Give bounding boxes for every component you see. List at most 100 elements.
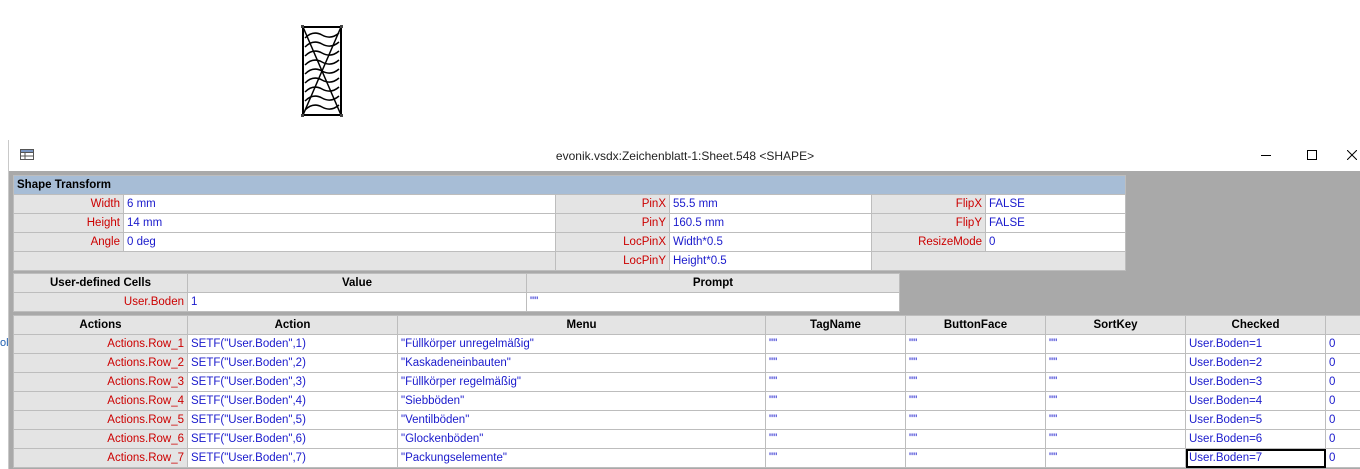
cell-value[interactable]: User.Boden=3 [1185,372,1326,392]
cell-value[interactable]: 0 [1325,334,1360,354]
cell-value[interactable]: "" [765,372,906,392]
cell-value[interactable]: 0 [1325,429,1360,449]
cell-value[interactable]: FALSE [984,194,1127,214]
cell-value[interactable]: User.Boden=4 [1185,391,1326,411]
cell-value[interactable]: Height*0.5 [669,251,872,271]
column-header: ButtonFace [905,315,1046,335]
table-row: Height 14 mm PinY 160.5 mm FlipY FALSE [13,213,1127,233]
cell-value[interactable]: "" [905,372,1046,392]
cell-value[interactable]: "" [905,410,1046,430]
cell-value[interactable]: 160.5 mm [669,213,872,233]
cell-value[interactable]: "" [1045,410,1186,430]
cell-label[interactable]: Angle [13,232,124,252]
cell-value[interactable]: "" [1045,391,1186,411]
cell-value[interactable]: "" [1045,372,1186,392]
cell-value[interactable]: "" [1045,429,1186,449]
column-header: Menu [397,315,766,335]
row-label[interactable]: Actions.Row_2 [13,353,188,373]
cell-label[interactable]: LocPinY [555,251,670,271]
cell-label[interactable]: FlipY [871,213,986,233]
cell-value[interactable]: Width*0.5 [669,232,872,252]
shapesheet-window: evonik.vsdx:Zeichenblatt-1:Sheet.548 <SH… [8,140,1360,469]
cell-value[interactable]: "" [905,334,1046,354]
window-title: evonik.vsdx:Zeichenblatt-1:Sheet.548 <SH… [555,149,815,163]
row-label[interactable]: Actions.Row_7 [13,448,188,468]
cell-value[interactable]: 14 mm [123,213,556,233]
cell-value[interactable]: "" [765,448,906,468]
row-label[interactable]: User.Boden [13,292,188,312]
close-button[interactable] [1329,140,1360,171]
title-bar: evonik.vsdx:Zeichenblatt-1:Sheet.548 <SH… [9,140,1360,171]
cell-value[interactable]: 0 [1325,372,1360,392]
cell-value[interactable]: SETF("User.Boden",6) [187,429,398,449]
table-row: LocPinY Height*0.5 [13,251,1127,271]
column-header: Prompt [526,273,900,293]
cell-value[interactable]: User.Boden=2 [1185,353,1326,373]
cell-label[interactable]: FlipX [871,194,986,214]
cell-label[interactable]: ResizeMode [871,232,986,252]
row-label[interactable]: Actions.Row_6 [13,429,188,449]
cell-value[interactable]: "" [1045,448,1186,468]
cell-value[interactable]: User.Boden=5 [1185,410,1326,430]
cell-value[interactable]: User.Boden=6 [1185,429,1326,449]
cell-label[interactable]: Width [13,194,124,214]
column-shape-icon[interactable] [300,25,344,117]
cell-value[interactable]: "" [905,391,1046,411]
cell-value[interactable]: User.Boden=1 [1185,334,1326,354]
cell-value[interactable]: 55.5 mm [669,194,872,214]
section-header[interactable]: Shape Transform [12,175,1127,195]
cell-value[interactable]: "Füllkörper unregelmäßig" [397,334,766,354]
section-header[interactable]: Actions [13,315,188,335]
cell-value[interactable]: "Füllkörper regelmäßig" [397,372,766,392]
cell-value[interactable]: "" [905,448,1046,468]
row-label[interactable]: Actions.Row_3 [13,372,188,392]
table-row: Actions.Row_4 SETF("User.Boden",4) "Sieb… [13,391,1360,411]
cell-value[interactable]: "" [765,410,906,430]
cell-value[interactable]: "Packungselemente" [397,448,766,468]
cell-value[interactable]: SETF("User.Boden",5) [187,410,398,430]
cell-label[interactable]: PinY [555,213,670,233]
minimize-icon [1261,155,1271,156]
cell-value[interactable]: "Ventilböden" [397,410,766,430]
cell-label[interactable]: Height [13,213,124,233]
table-row: Actions.Row_3 SETF("User.Boden",3) "Füll… [13,372,1360,392]
column-header [1325,315,1360,335]
section-header[interactable]: User-defined Cells [13,273,188,293]
cell-value[interactable]: "Siebböden" [397,391,766,411]
cell-value[interactable]: "" [765,391,906,411]
cell-value[interactable]: SETF("User.Boden",1) [187,334,398,354]
table-row: User.Boden 1 "" [13,292,900,312]
cell-value[interactable]: 6 mm [123,194,556,214]
cell-value[interactable]: "" [1045,334,1186,354]
cell-value[interactable]: 0 deg [123,232,556,252]
cell-value[interactable]: SETF("User.Boden",3) [187,372,398,392]
cell-value[interactable]: "" [905,429,1046,449]
cell-value[interactable]: 1 [187,292,527,312]
cell-value[interactable]: FALSE [984,213,1127,233]
column-header: Action [187,315,398,335]
cell-value[interactable]: SETF("User.Boden",2) [187,353,398,373]
cell-label[interactable]: PinX [555,194,670,214]
row-label[interactable]: Actions.Row_5 [13,410,188,430]
table-row: Actions.Row_1 SETF("User.Boden",1) "Füll… [13,334,1360,354]
cell-value[interactable]: "" [765,353,906,373]
cell-label[interactable]: LocPinX [555,232,670,252]
cell-value[interactable]: SETF("User.Boden",4) [187,391,398,411]
cell-value[interactable]: "" [765,429,906,449]
cell-value[interactable]: "Kaskadeneinbauten" [397,353,766,373]
row-label[interactable]: Actions.Row_1 [13,334,188,354]
minimize-button[interactable] [1243,140,1289,171]
cell-value[interactable]: 0 [1325,410,1360,430]
cell-value[interactable]: 0 [1325,391,1360,411]
cell-value[interactable]: "" [765,334,906,354]
cell-value[interactable]: 0 [984,232,1127,252]
selected-cell[interactable]: User.Boden=7 [1185,448,1326,468]
cell-value[interactable]: "Glockenböden" [397,429,766,449]
cell-value[interactable]: SETF("User.Boden",7) [187,448,398,468]
cell-value[interactable]: 0 [1325,353,1360,373]
cell-value[interactable]: "" [905,353,1046,373]
row-label[interactable]: Actions.Row_4 [13,391,188,411]
cell-value[interactable]: "" [1045,353,1186,373]
cell-value[interactable]: 0 [1325,448,1360,468]
cell-value[interactable]: "" [526,292,900,312]
